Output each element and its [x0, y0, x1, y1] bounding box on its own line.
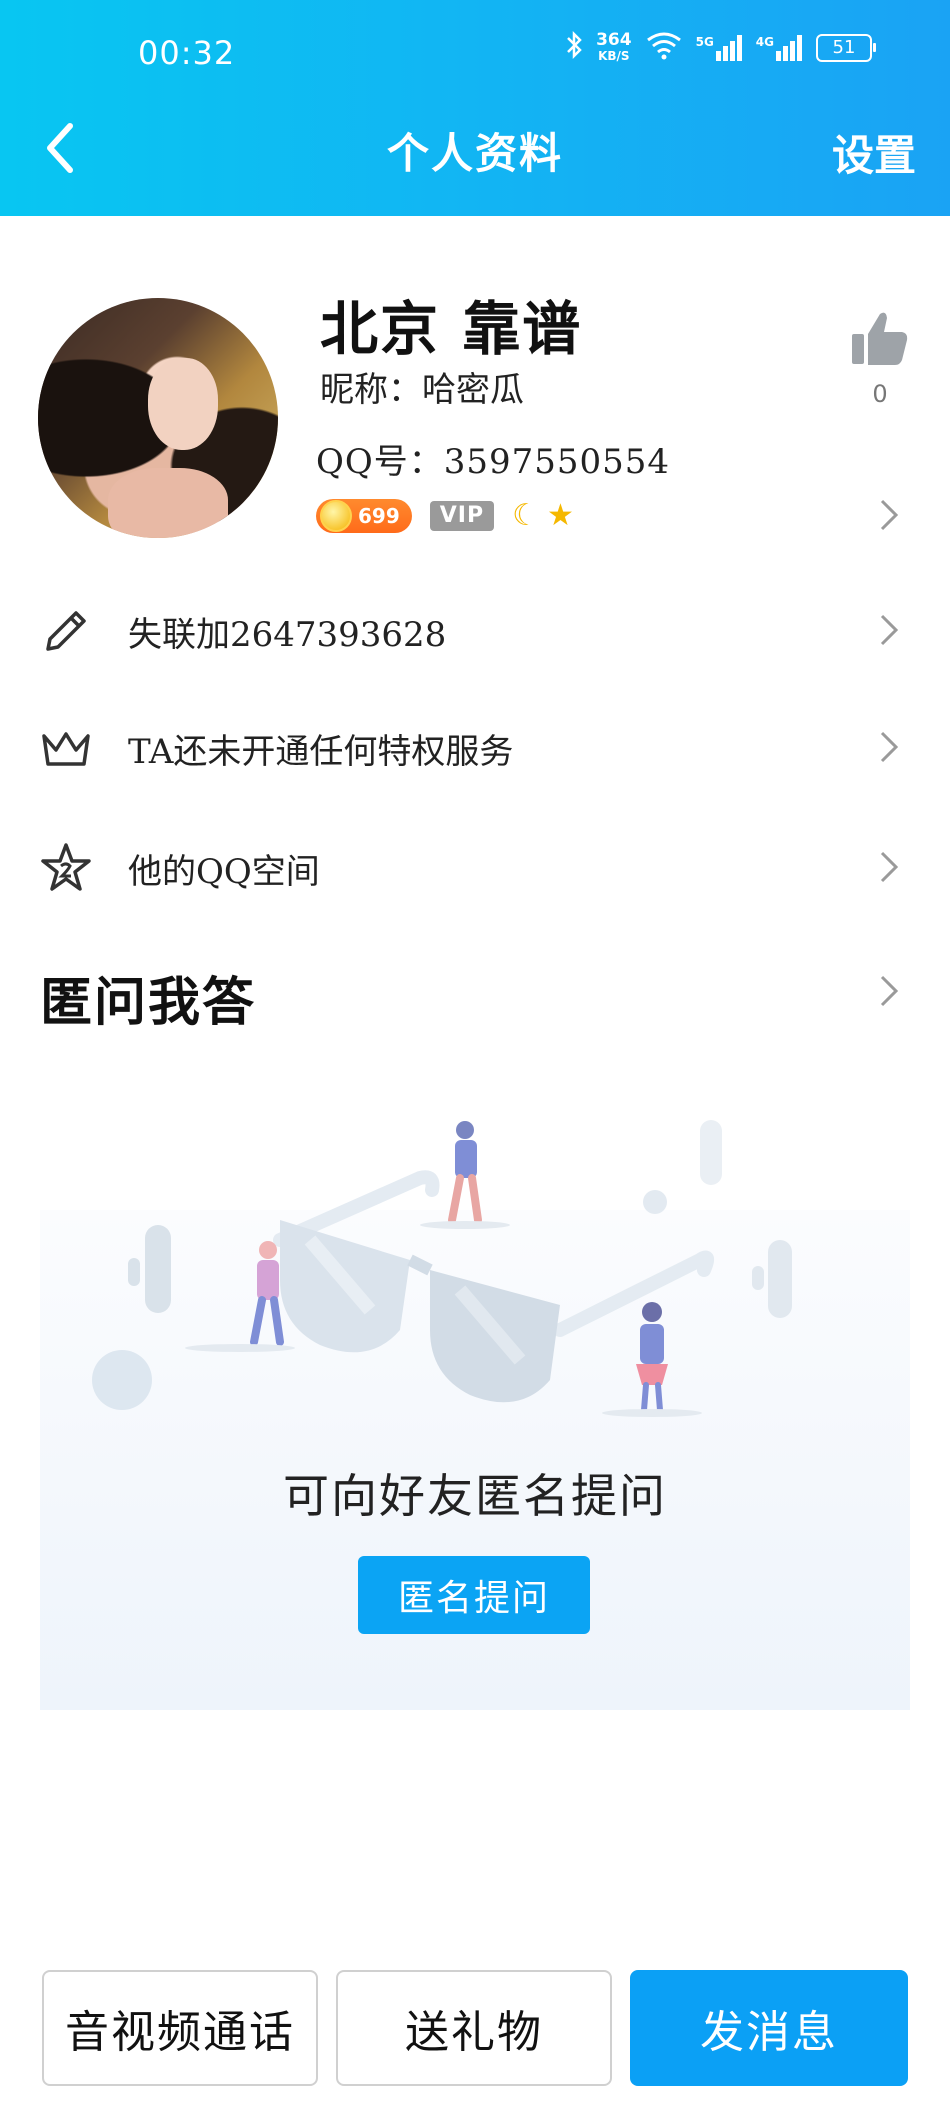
like-button[interactable]: [850, 308, 910, 374]
menu-item-label: TA还未开通任何特权服务: [128, 732, 514, 772]
signal-4g-label: 4G: [755, 34, 774, 49]
send-gift-button[interactable]: 送礼物: [336, 1970, 612, 2086]
video-call-button[interactable]: 音视频通话: [42, 1970, 318, 2086]
menu-item-note[interactable]: 失联加2647393628: [0, 575, 950, 685]
battery-icon: 51: [816, 33, 876, 62]
menu-item-label: 失联加2647393628: [128, 615, 447, 655]
chevron-right-icon: [880, 731, 899, 763]
coin-level-value: 699: [358, 503, 400, 528]
chevron-right-icon[interactable]: [878, 497, 900, 533]
profile-badges[interactable]: 699 VIP ☾ ★: [316, 498, 574, 533]
network-speed-unit: KB/S: [598, 48, 630, 63]
chevron-right-icon[interactable]: [878, 973, 900, 1009]
network-speed-value: 364: [596, 29, 632, 50]
send-message-button[interactable]: 发消息: [630, 1970, 908, 2086]
crown-icon: [42, 732, 90, 766]
coin-icon: [320, 499, 352, 532]
chevron-right-icon: [880, 851, 899, 883]
thumbs-up-icon: [852, 312, 908, 365]
profile-qq-number: QQ号：3597550554: [316, 442, 671, 482]
status-icons: 364 KB/S 5G 4G 51: [564, 29, 876, 65]
battery-level: 51: [832, 37, 856, 58]
settings-button[interactable]: 设置: [832, 122, 916, 183]
signal-5g-label: 5G: [695, 34, 714, 49]
menu-item-privileges[interactable]: TA还未开通任何特权服务: [0, 692, 950, 802]
header-bar: 00:32 364 KB/S 5G 4G 51 个人资料 设置: [0, 0, 950, 216]
star-level-icon: ★: [547, 498, 574, 533]
pencil-icon: [46, 611, 86, 651]
profile-nickname: 昵称：哈密瓜: [320, 370, 524, 410]
network-speed: 364 KB/S: [596, 29, 632, 64]
vip-badge: VIP: [429, 500, 495, 531]
like-count: 0: [872, 380, 888, 408]
chevron-right-icon: [880, 614, 899, 646]
profile-name: 北京 靠谱: [320, 295, 583, 363]
star-icon: [41, 843, 91, 891]
qa-section-title: 匿问我答: [40, 972, 257, 1033]
menu-item-label: 他的QQ空间: [128, 852, 320, 892]
status-time: 00:32: [138, 34, 236, 72]
signal-4g-icon: 4G: [755, 34, 804, 61]
moon-icon: ☾: [512, 498, 539, 533]
page-title: 个人资料: [386, 129, 563, 178]
menu-item-qzone[interactable]: 他的QQ空间: [0, 812, 950, 922]
wifi-icon: [644, 30, 684, 65]
coin-level-badge: 699: [316, 498, 412, 533]
anonymous-ask-button[interactable]: 匿名提问: [358, 1556, 590, 1634]
avatar[interactable]: [38, 298, 278, 538]
qa-prompt-text: 可向好友匿名提问: [283, 1469, 667, 1523]
bluetooth-icon: [564, 30, 584, 65]
signal-5g-icon: 5G: [695, 34, 744, 61]
